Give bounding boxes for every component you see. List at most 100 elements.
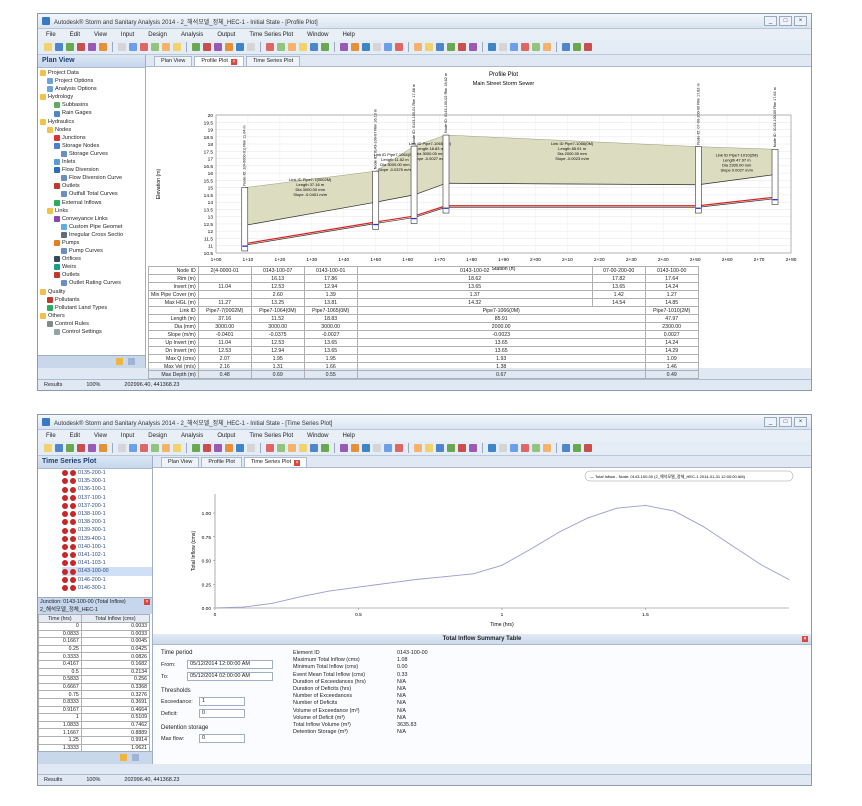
toolbar-tool-icon[interactable] xyxy=(173,43,181,51)
toolbar-tool-icon[interactable] xyxy=(277,43,285,51)
menu-window[interactable]: Window xyxy=(307,32,328,38)
tree-item-storage-curves[interactable]: Storage Curves xyxy=(40,150,145,158)
toolbar-tool-icon[interactable] xyxy=(425,43,433,51)
menu-output[interactable]: Output xyxy=(217,32,235,38)
menu-analysis[interactable]: Analysis xyxy=(181,433,203,439)
toolbar-tool-icon[interactable] xyxy=(414,444,422,452)
grid-row[interactable]: 0.4167 0.1682 xyxy=(38,659,151,669)
toolbar-tool-icon[interactable] xyxy=(510,43,518,51)
toolbar-tool-icon[interactable] xyxy=(214,444,222,452)
toolbar-tool-icon[interactable] xyxy=(469,444,477,452)
tree-item-pumps[interactable]: Pumps xyxy=(40,239,145,247)
toolbar-tool-icon[interactable] xyxy=(521,43,529,51)
node-list-item[interactable]: 0141-103-1 xyxy=(62,559,152,567)
node-plot-icon[interactable] xyxy=(70,470,76,477)
node-list-item[interactable]: 0137-100-1 xyxy=(62,494,152,502)
toolbar-tool-icon[interactable] xyxy=(584,43,592,51)
node-plot-icon[interactable] xyxy=(70,486,76,493)
toolbar-tool-icon[interactable] xyxy=(162,444,170,452)
tree-item-nodes[interactable]: Nodes xyxy=(40,126,145,134)
hgl-line[interactable] xyxy=(375,215,415,223)
node-plot-icon[interactable] xyxy=(70,535,76,542)
node-list-item[interactable]: 0136-100-1 xyxy=(62,485,152,493)
toolbar-tool-icon[interactable] xyxy=(351,444,359,452)
toolbar-tool-icon[interactable] xyxy=(310,43,318,51)
manhole[interactable] xyxy=(442,134,450,214)
toolbar-tool-icon[interactable] xyxy=(203,43,211,51)
node-delete-icon[interactable] xyxy=(62,511,68,518)
node-delete-icon[interactable] xyxy=(62,568,68,575)
toolbar-tool-icon[interactable] xyxy=(162,43,170,51)
toolbar-tool-icon[interactable] xyxy=(88,43,96,51)
tree-item-flow-diversion[interactable]: Flow Diversion xyxy=(40,166,145,174)
hgl-line[interactable] xyxy=(244,221,376,245)
tree-item-hydraulics[interactable]: Hydraulics xyxy=(40,118,145,126)
toolbar-tool-icon[interactable] xyxy=(321,43,329,51)
node-delete-icon[interactable] xyxy=(62,486,68,493)
toolbar-tool-icon[interactable] xyxy=(532,43,540,51)
toolbar-tool-icon[interactable] xyxy=(77,43,85,51)
toolbar-tool-icon[interactable] xyxy=(362,43,370,51)
menu-input[interactable]: Input xyxy=(121,32,134,38)
grid-row[interactable]: 0.6667 0.3368 xyxy=(38,682,151,692)
menu-file[interactable]: File xyxy=(46,433,56,439)
toolbar-tool-icon[interactable] xyxy=(77,444,85,452)
node-list-item[interactable]: 0135-300-1 xyxy=(62,477,152,485)
node-plot-icon[interactable] xyxy=(70,527,76,534)
menu-help[interactable]: Help xyxy=(342,32,354,38)
tree-item-orifices[interactable]: Orifices xyxy=(40,255,145,263)
manhole[interactable] xyxy=(695,146,702,214)
manhole[interactable] xyxy=(372,170,380,230)
tree-item-project-options[interactable]: Project Options xyxy=(40,77,145,85)
tree-item-irregular-cross-sectio[interactable]: Irregular Cross Sectio xyxy=(40,231,145,239)
inflow-series-line[interactable] xyxy=(214,504,790,609)
close-button[interactable]: × xyxy=(794,16,807,26)
tree-item-control-settings[interactable]: Control Settings xyxy=(40,328,145,336)
grid-row[interactable]: 0.25 0.0425 xyxy=(38,644,151,654)
toolbar-tool-icon[interactable] xyxy=(499,444,507,452)
toolbar-tool-icon[interactable] xyxy=(573,444,581,452)
manhole[interactable] xyxy=(771,148,779,205)
toolbar-tool-icon[interactable] xyxy=(447,43,455,51)
node-list-item[interactable]: 0146-200-1 xyxy=(62,576,152,584)
node-list-item[interactable]: 0138-100-1 xyxy=(62,510,152,518)
grid-row[interactable]: 1 0.5109 xyxy=(38,713,151,722)
toolbar-tool-icon[interactable] xyxy=(488,43,496,51)
menu-time-series-plot[interactable]: Time Series Plot xyxy=(249,32,293,38)
grid-row[interactable]: 0.75 0.3276 xyxy=(38,690,151,699)
pin-icon[interactable] xyxy=(116,358,123,365)
hgl-line[interactable] xyxy=(698,196,776,207)
node-plot-icon[interactable] xyxy=(70,502,76,509)
menu-edit[interactable]: Edit xyxy=(70,32,80,38)
toolbar-tool-icon[interactable] xyxy=(55,43,63,51)
grid-row[interactable]: 0.5833 0.256 xyxy=(38,675,151,684)
toolbar-tool-icon[interactable] xyxy=(362,444,370,452)
node-plot-icon[interactable] xyxy=(70,560,76,567)
node-delete-icon[interactable] xyxy=(62,494,68,501)
toolbar-tool-icon[interactable] xyxy=(395,43,403,51)
tree-item-weirs[interactable]: Weirs xyxy=(40,263,145,271)
grid-row[interactable]: 0 0.0033 xyxy=(38,622,151,631)
close-tab-icon[interactable]: × xyxy=(294,459,301,466)
tree-item-analysis-options[interactable]: Analysis Options xyxy=(40,85,145,93)
grid-row[interactable]: 1.1667 0.8889 xyxy=(38,728,151,737)
toolbar-tool-icon[interactable] xyxy=(88,444,96,452)
toolbar-tool-icon[interactable] xyxy=(469,43,477,51)
manhole[interactable] xyxy=(410,145,418,224)
minimize-button[interactable]: _ xyxy=(764,16,777,26)
node-list-item[interactable]: 0137-200-1 xyxy=(62,502,152,510)
close-summary-icon[interactable]: × xyxy=(802,636,808,642)
toolbar-tool-icon[interactable] xyxy=(192,444,200,452)
toolbar-tool-icon[interactable] xyxy=(521,444,529,452)
node-delete-icon[interactable] xyxy=(62,552,68,559)
node-plot-icon[interactable] xyxy=(70,519,76,526)
to-field[interactable]: 05/12/2014 02:00:00 AM xyxy=(187,672,273,681)
tree-item-project-data[interactable]: Project Data xyxy=(40,69,145,77)
grid-row[interactable]: 0.8333 0.3691 xyxy=(38,697,151,707)
grid-column-header[interactable]: Time (hrs) xyxy=(38,614,82,623)
toolbar-tool-icon[interactable] xyxy=(436,43,444,51)
node-list-item[interactable]: 0146-300-1 xyxy=(62,584,152,592)
tab-time-series-plot[interactable]: Time Series Plot xyxy=(245,56,301,66)
node-delete-icon[interactable] xyxy=(62,527,68,534)
toolbar-tool-icon[interactable] xyxy=(436,444,444,452)
